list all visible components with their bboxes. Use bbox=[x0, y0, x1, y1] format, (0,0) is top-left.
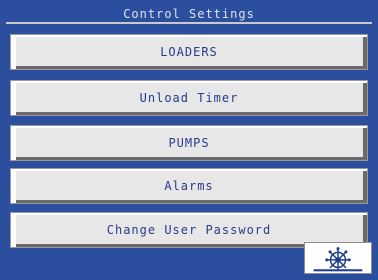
alarms-button-label: Alarms bbox=[164, 179, 214, 193]
unload-timer-button-label: Unload Timer bbox=[139, 91, 239, 105]
helm-wheel-icon bbox=[313, 247, 363, 272]
pumps-button-label: PUMPS bbox=[168, 136, 210, 150]
control-settings-screen: Control Settings LOADERS Unload Timer PU… bbox=[0, 0, 378, 280]
title-bar: Control Settings bbox=[6, 6, 372, 24]
loaders-button[interactable]: LOADERS bbox=[10, 34, 368, 70]
page-title: Control Settings bbox=[123, 7, 255, 21]
home-logo-button[interactable] bbox=[304, 242, 372, 274]
pumps-button[interactable]: PUMPS bbox=[10, 125, 368, 161]
loaders-button-label: LOADERS bbox=[160, 45, 218, 59]
alarms-button[interactable]: Alarms bbox=[10, 168, 368, 204]
unload-timer-button[interactable]: Unload Timer bbox=[10, 80, 368, 116]
